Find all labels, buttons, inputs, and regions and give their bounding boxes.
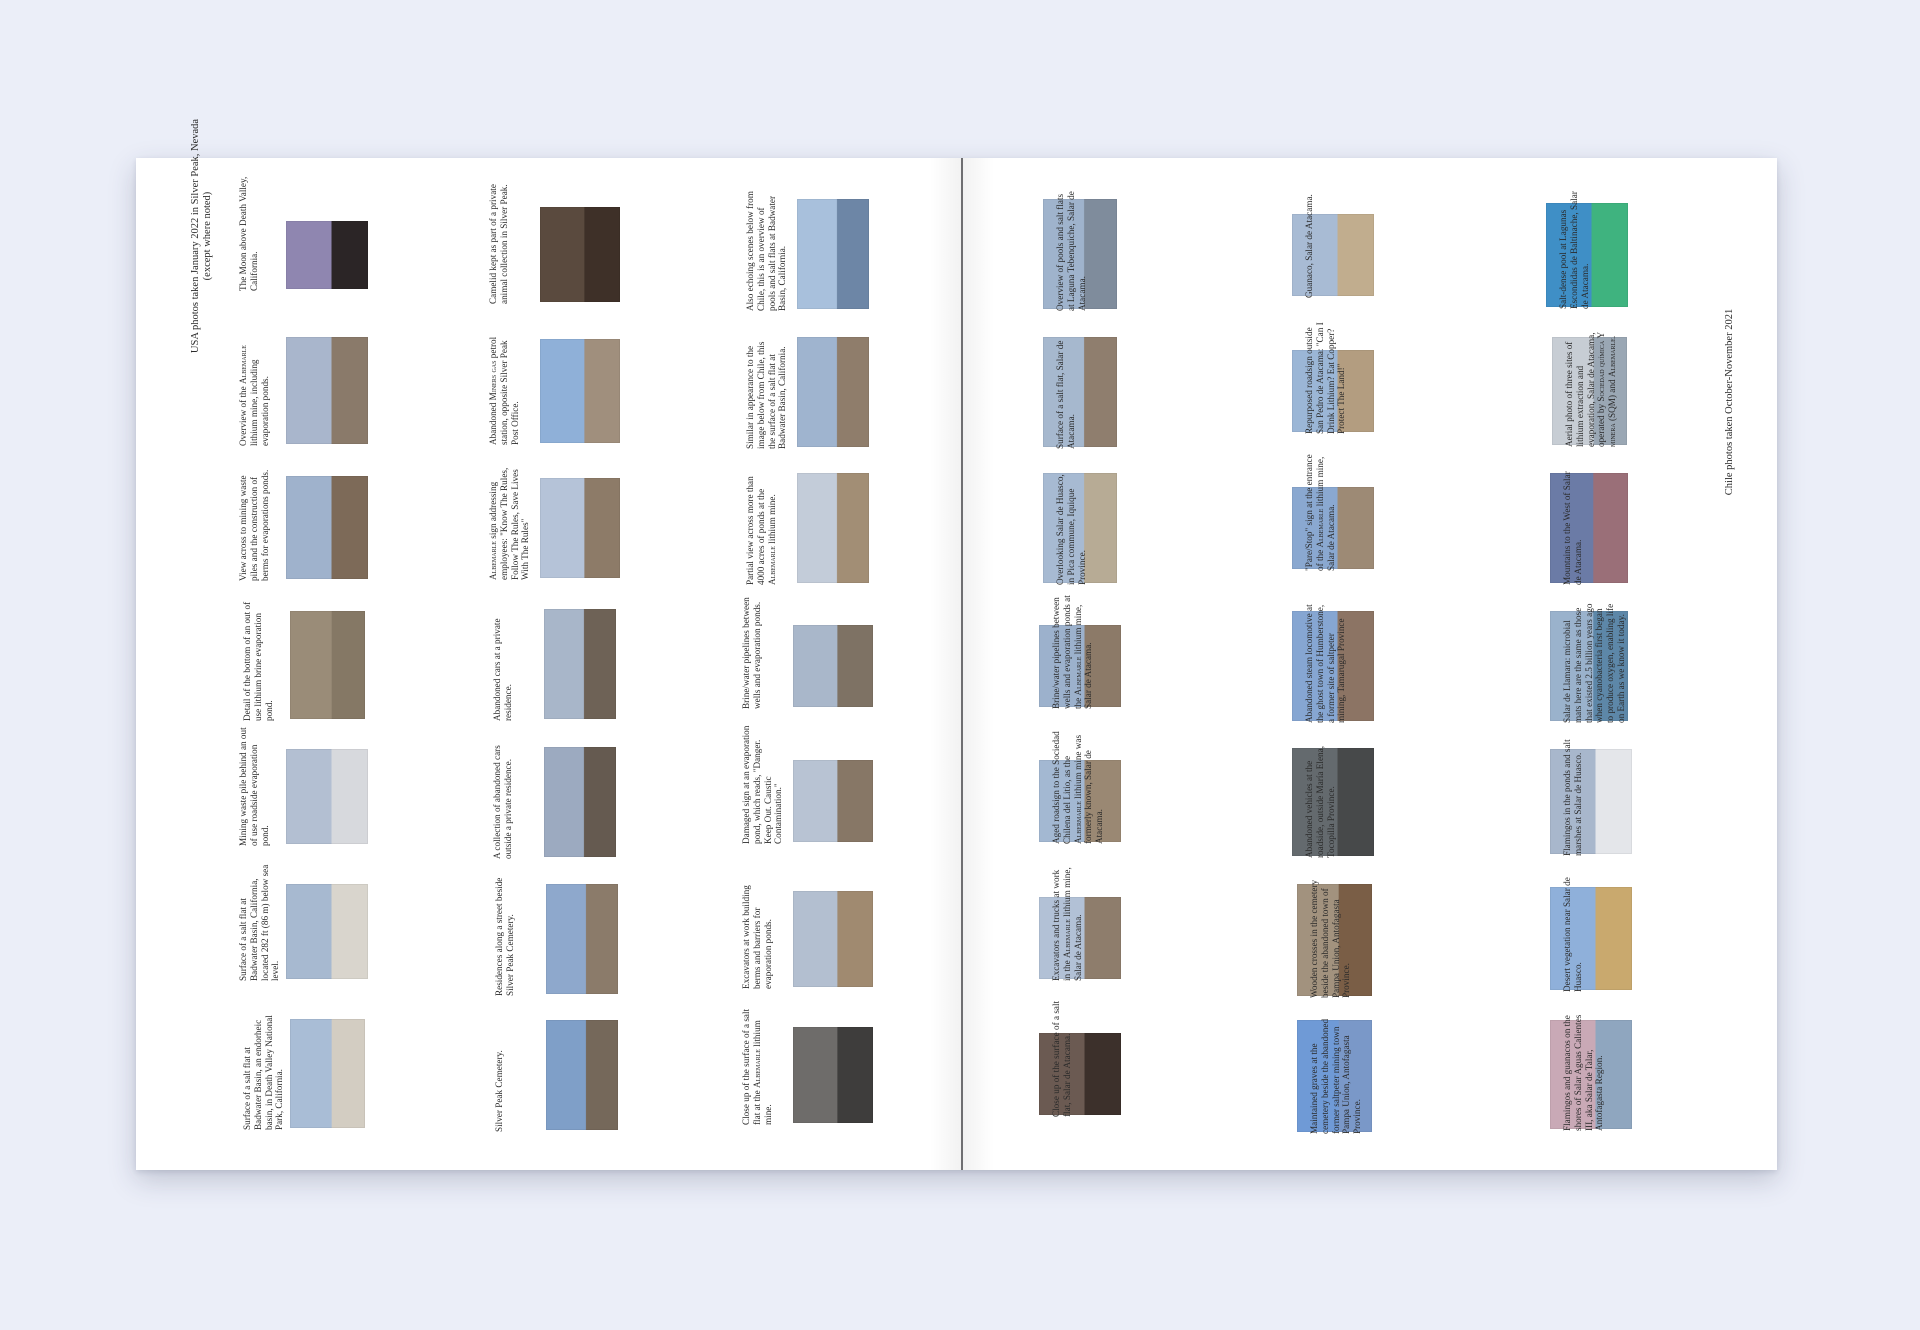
photo-caption: Close up of the surface of a salt flat, … <box>1051 1000 1072 1117</box>
badwater-surface-photo <box>797 337 869 447</box>
excavators-berms-photo <box>793 891 873 987</box>
photo-caption: Brine/water pipelines between wells and … <box>741 597 762 709</box>
abandoned-cars-collection-photo <box>544 747 616 857</box>
badwater-basin-salt-flat-photo <box>286 884 368 979</box>
photo-caption: Albemarle sign addressing employees: "Kn… <box>488 467 531 580</box>
silver-peak-cemetery-photo <box>546 1020 618 1130</box>
abandoned-miners-gas-station-photo <box>540 339 620 443</box>
albemarle-ponds-partial-view-photo <box>797 473 869 583</box>
photo-caption: Mining waste pile behind an out of use r… <box>238 727 270 846</box>
abandoned-cars-residence-photo <box>544 609 616 719</box>
photo-caption: Similar in appearance to the image below… <box>745 341 788 449</box>
usa-photos-note: USA photos taken January 2022 in Silver … <box>190 118 213 354</box>
photo-caption: Flamingos and guanacos on the shores of … <box>1562 1014 1605 1131</box>
photo-caption: Camelid kept as part of a private animal… <box>488 184 509 304</box>
photo-caption: Guanaco, Salar de Atacama. <box>1304 194 1314 298</box>
photo-caption: Partial view across more than 4000 acres… <box>745 476 777 585</box>
residences-street-photo <box>546 884 618 994</box>
albemarle-sign-photo <box>540 478 620 578</box>
mining-waste-piles-view-photo <box>286 476 368 579</box>
photo-caption: Abandoned cars at a private residence. <box>492 618 513 721</box>
photo-caption: Abandoned Miners gas petrol station, opp… <box>488 336 520 445</box>
photo-caption: Excavators at work building berms and ba… <box>741 885 773 989</box>
salt-flat-closeup-photo <box>793 1027 873 1123</box>
photo-caption: Salar de Llamara: microbial mats here ar… <box>1562 603 1626 723</box>
photo-caption: Desert vegetation near Salar de Huasco. <box>1562 877 1583 992</box>
badwater-pools-overview-photo <box>797 199 869 309</box>
photo-caption: Overview of pools and salt flats at Lagu… <box>1055 191 1087 311</box>
photo-caption: Salt-dense pool at Lagunas Escondidas de… <box>1558 191 1590 309</box>
photo-caption: Close up of the surface of a salt flat a… <box>741 1008 773 1125</box>
photo-caption: Surface of a salt flat at Badwater Basin… <box>242 1015 285 1130</box>
photo-caption: The Moon above Death Valley, California. <box>238 176 259 291</box>
brine-water-pipelines-photo <box>793 625 873 707</box>
photo-caption: View across to mining waste piles and th… <box>238 469 270 581</box>
photo-caption: Maintained graves at the cemetery beside… <box>1309 1018 1363 1134</box>
photo-caption: Surface of a salt flat, Salar de Atacama… <box>1055 340 1076 449</box>
book-gutter <box>961 158 963 1170</box>
photo-caption: Aged roadsign to the Sociedad Chilena de… <box>1051 731 1105 844</box>
photo-caption: Detail of the bottom of an out of use li… <box>242 601 274 721</box>
photo-caption: Brine/water pipelines between wells and … <box>1051 595 1094 709</box>
photo-caption: Flamingos in the ponds and salt marshes … <box>1562 739 1583 856</box>
photo-caption: Mountains to the West of Salar de Atacam… <box>1562 471 1583 585</box>
roadside-evaporation-pond-photo <box>286 749 368 844</box>
chile-photos-note: Chile photos taken October-November 2021 <box>1724 308 1735 496</box>
photo-caption: Overlooking Salar de Huasco, in Pica com… <box>1055 474 1087 585</box>
photo-caption: A collection of abandoned cars outside a… <box>492 745 513 859</box>
photo-caption: Also echoing scenes below from Chile, th… <box>745 191 788 311</box>
photo-caption: "Pare/Stop" sign at the entrance of the … <box>1304 454 1336 571</box>
photo-caption: Silver Peak Cemetery. <box>494 1050 504 1132</box>
photo-caption: Damaged sign at an evaporation pond, whi… <box>741 725 784 844</box>
photo-caption: Wooden crosses in the cemetery beside th… <box>1309 879 1352 998</box>
photo-caption: Repurposed roadsign outside San Pedro de… <box>1304 322 1347 434</box>
damaged-danger-sign-photo <box>793 760 873 842</box>
photo-caption: Overview of the Albemarle lithium mine, … <box>238 345 270 446</box>
photo-caption: Abandoned steam locomotive at the ghost … <box>1304 604 1347 723</box>
photo-caption: Residences along a street beside Silver … <box>494 877 515 996</box>
camelid-animal-collection-photo <box>540 207 620 302</box>
photo-caption: Abandoned vehicles at the roadside, outs… <box>1304 746 1336 858</box>
evaporation-pond-bottom-photo <box>290 611 365 719</box>
moon-above-death-valley-photo <box>286 221 368 289</box>
albemarle-mine-overview-photo <box>286 337 368 444</box>
photo-caption: Aerial photo of three sites of lithium e… <box>1564 332 1618 447</box>
photo-caption: Surface of a salt flat at Badwater Basin… <box>238 864 281 981</box>
death-valley-salt-flat-photo <box>290 1019 365 1128</box>
photo-caption: Excavators and trucks at work in the Alb… <box>1051 867 1083 981</box>
